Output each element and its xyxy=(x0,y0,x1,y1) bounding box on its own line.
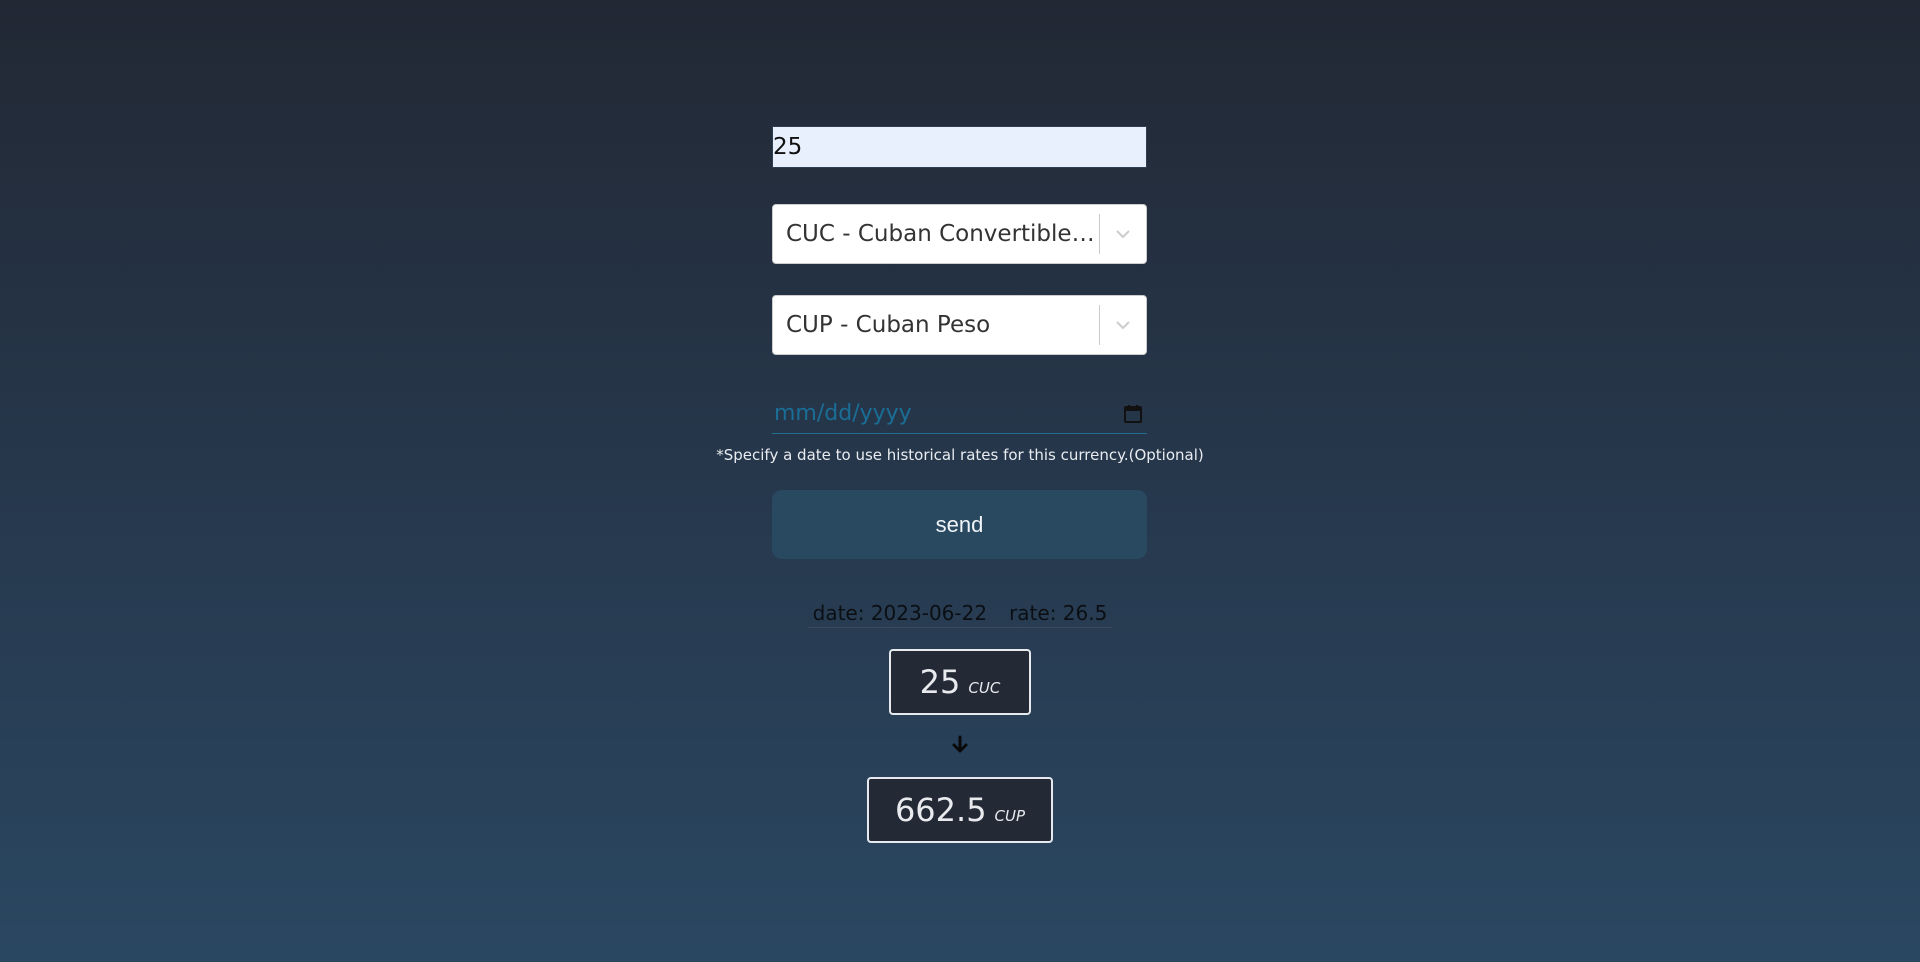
from-currency-select[interactable]: CUC - Cuban Convertible Peso xyxy=(772,204,1147,264)
to-currency-select[interactable]: CUP - Cuban Peso xyxy=(772,295,1147,355)
chevron-down-icon[interactable] xyxy=(1100,204,1146,264)
date-placeholder: mm/dd/yyyy xyxy=(774,401,912,426)
chevron-down-icon[interactable] xyxy=(1100,295,1146,355)
date-hint-text: *Specify a date to use historical rates … xyxy=(716,446,1204,464)
target-currency-code: CUP xyxy=(994,807,1026,825)
rate-value-text: rate: 26.5 xyxy=(1009,600,1108,625)
converted-amount: 662.5 xyxy=(894,791,987,829)
arrow-down-icon xyxy=(950,734,970,756)
to-currency-value: CUP - Cuban Peso xyxy=(786,312,991,338)
calendar-icon[interactable] xyxy=(1119,394,1147,434)
amount-input[interactable] xyxy=(772,126,1147,168)
from-currency-value: CUC - Cuban Convertible Peso xyxy=(786,221,1099,247)
send-button[interactable]: send xyxy=(772,490,1147,559)
rate-info-row: date: 2023-06-22 rate: 26.5 xyxy=(808,598,1112,628)
source-amount-box: 25 CUC xyxy=(889,649,1031,715)
rate-date-text: date: 2023-06-22 xyxy=(812,600,988,625)
source-currency-code: CUC xyxy=(968,679,1001,697)
source-amount: 25 xyxy=(919,663,961,701)
converted-amount-box: 662.5 CUP xyxy=(867,777,1053,843)
date-input[interactable]: mm/dd/yyyy xyxy=(772,394,1147,434)
